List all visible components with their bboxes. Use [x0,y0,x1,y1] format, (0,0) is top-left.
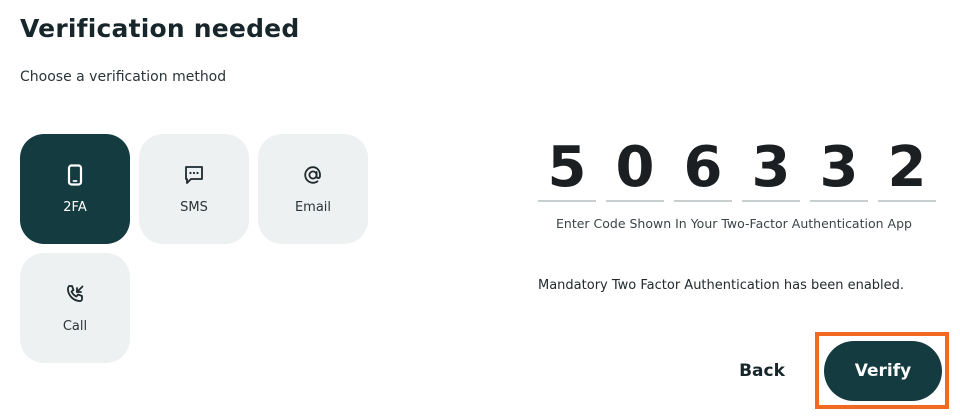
at-sign-icon [302,164,324,186]
page-subtitle: Choose a verification method [20,69,227,85]
verification-code-display: 5 0 6 3 3 2 [538,136,936,202]
method-label: SMS [180,199,208,215]
status-message: Mandatory Two Factor Authentication has … [538,278,905,293]
code-digit[interactable]: 0 [606,136,664,202]
code-digit[interactable]: 5 [538,136,596,202]
method-label: Email [294,199,332,215]
method-label: 2FA [63,199,87,215]
method-call-button[interactable]: Call [20,253,130,363]
method-label: Call [62,318,88,334]
phone-icon [64,163,86,186]
code-digit[interactable]: 6 [674,136,732,202]
code-digit[interactable]: 3 [742,136,800,202]
code-digit[interactable]: 2 [878,136,936,202]
verify-button[interactable]: Verify [824,341,942,401]
method-2fa-button[interactable]: 2FA [20,134,130,244]
message-icon [183,164,205,186]
back-button[interactable]: Back [726,354,798,388]
page-title: Verification needed [20,14,300,43]
code-hint: Enter Code Shown In Your Two-Factor Auth… [556,216,912,231]
method-email-button[interactable]: Email [258,134,368,244]
method-sms-button[interactable]: SMS [139,134,249,244]
code-digit[interactable]: 3 [810,136,868,202]
phone-call-icon [64,283,86,305]
